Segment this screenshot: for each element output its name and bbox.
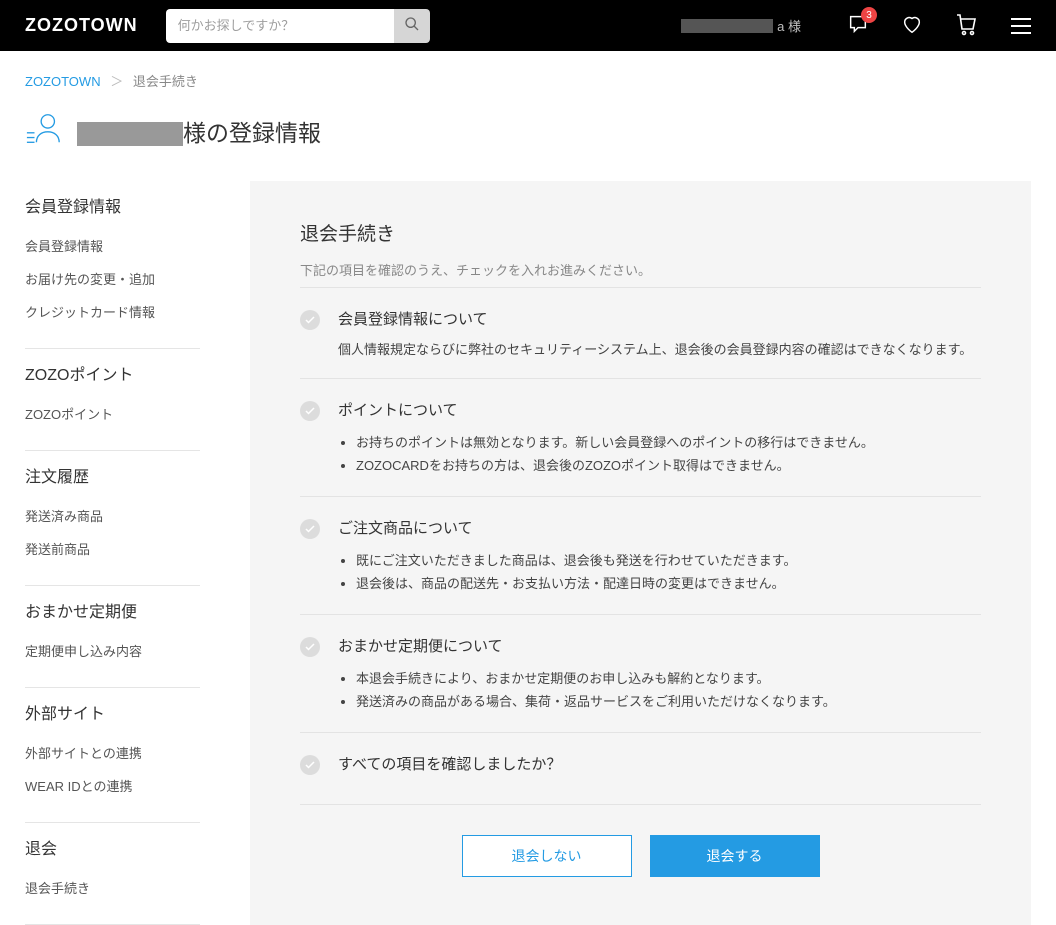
confirm-checkbox[interactable] bbox=[300, 310, 320, 330]
confirm-item: おまかせ定期便について本退会手続きにより、おまかせ定期便のお申し込みも解約となり… bbox=[300, 614, 981, 732]
search-button[interactable] bbox=[394, 9, 430, 43]
confirm-checkbox[interactable] bbox=[300, 401, 320, 421]
sidebar-heading: 退会 bbox=[25, 835, 200, 859]
sidebar-group: 退会退会手続き bbox=[25, 823, 200, 925]
sidebar-item[interactable]: 会員登録情報 bbox=[25, 229, 200, 262]
confirm-item-text: 個人情報規定ならびに弊社のセキュリティーシステム上、退会後の会員登録内容の確認は… bbox=[338, 339, 981, 358]
breadcrumb-separator: ＞ bbox=[110, 74, 123, 89]
confirm-item-bullet: 退会後は、商品の配送先・お支払い方法・配達日時の変更はできません。 bbox=[356, 571, 981, 594]
confirm-item-title: ご注文商品について bbox=[338, 517, 981, 538]
cancel-button[interactable]: 退会しない bbox=[462, 835, 632, 877]
confirm-checkbox[interactable] bbox=[300, 637, 320, 657]
confirm-item-title: ポイントについて bbox=[338, 399, 981, 420]
cart-button[interactable] bbox=[955, 12, 979, 39]
user-greeting[interactable]: a 様 bbox=[681, 16, 801, 35]
confirm-item-bullet: 既にご注文いただきました商品は、退会後も発送を行わせていただきます。 bbox=[356, 548, 981, 571]
sidebar-heading: ZOZOポイント bbox=[25, 361, 200, 385]
confirm-item-bullet: 本退会手続きにより、おまかせ定期便のお申し込みも解約となります。 bbox=[356, 666, 981, 689]
sidebar-item[interactable]: ZOZOポイント bbox=[25, 397, 200, 430]
confirm-item-title: おまかせ定期便について bbox=[338, 635, 981, 656]
confirm-item-bullet: ZOZOCARDをお持ちの方は、退会後のZOZOポイント取得はできません。 bbox=[356, 453, 981, 476]
breadcrumb: ZOZOTOWN ＞ 退会手続き bbox=[0, 51, 1056, 102]
sidebar-item[interactable]: 定期便申し込み内容 bbox=[25, 634, 200, 667]
breadcrumb-root[interactable]: ZOZOTOWN bbox=[25, 74, 101, 89]
sidebar-heading: 会員登録情報 bbox=[25, 193, 200, 217]
main-panel: 退会手続き 下記の項目を確認のうえ、チェックを入れお進みください。 会員登録情報… bbox=[250, 181, 1031, 925]
confirm-checkbox[interactable] bbox=[300, 519, 320, 539]
notification-badge: 3 bbox=[861, 7, 877, 23]
confirm-item: ご注文商品について既にご注文いただきました商品は、退会後も発送を行わせていただき… bbox=[300, 496, 981, 614]
header-icons: 3 bbox=[847, 12, 1031, 39]
main-lead: 下記の項目を確認のうえ、チェックを入れお進みください。 bbox=[300, 260, 981, 279]
user-profile-icon bbox=[25, 110, 63, 151]
search-form bbox=[166, 9, 430, 43]
confirm-item-bullet: お持ちのポイントは無効となります。新しい会員登録へのポイントの移行はできません。 bbox=[356, 430, 981, 453]
confirm-item: すべての項目を確認しましたか？ bbox=[300, 732, 981, 805]
sidebar: 会員登録情報会員登録情報お届け先の変更・追加クレジットカード情報ZOZOポイント… bbox=[25, 181, 200, 925]
sidebar-heading: おまかせ定期便 bbox=[25, 598, 200, 622]
page-title: 様の登録情報 bbox=[77, 114, 321, 148]
search-input[interactable] bbox=[166, 9, 394, 43]
menu-button[interactable] bbox=[1011, 18, 1031, 34]
cart-icon bbox=[955, 12, 979, 39]
sidebar-item[interactable]: WEAR IDとの連携 bbox=[25, 769, 200, 802]
sidebar-item[interactable]: お届け先の変更・追加 bbox=[25, 262, 200, 295]
submit-withdrawal-button[interactable]: 退会する bbox=[650, 835, 820, 877]
confirm-item-bullet: 発送済みの商品がある場合、集荷・返品サービスをご利用いただけなくなります。 bbox=[356, 689, 981, 712]
sidebar-group: 会員登録情報会員登録情報お届け先の変更・追加クレジットカード情報 bbox=[25, 181, 200, 349]
heart-icon bbox=[901, 13, 923, 38]
button-row: 退会しない 退会する bbox=[300, 835, 981, 877]
sidebar-heading: 注文履歴 bbox=[25, 463, 200, 487]
notifications-button[interactable]: 3 bbox=[847, 13, 869, 38]
confirm-item: 会員登録情報について個人情報規定ならびに弊社のセキュリティーシステム上、退会後の… bbox=[300, 287, 981, 378]
confirm-item-title: すべての項目を確認しましたか？ bbox=[338, 753, 981, 774]
confirm-item: ポイントについてお持ちのポイントは無効となります。新しい会員登録へのポイントの移… bbox=[300, 378, 981, 496]
sidebar-item[interactable]: 発送済み商品 bbox=[25, 499, 200, 532]
sidebar-item[interactable]: 退会手続き bbox=[25, 871, 200, 904]
sidebar-item[interactable]: 発送前商品 bbox=[25, 532, 200, 565]
sidebar-item[interactable]: クレジットカード情報 bbox=[25, 295, 200, 328]
favorites-button[interactable] bbox=[901, 13, 923, 38]
global-header: ZOZOTOWN a 様 3 bbox=[0, 0, 1056, 51]
sidebar-item[interactable]: 外部サイトとの連携 bbox=[25, 736, 200, 769]
logo[interactable]: ZOZOTOWN bbox=[25, 15, 138, 36]
menu-icon bbox=[1011, 18, 1031, 34]
sidebar-group: ZOZOポイント ZOZOポイント bbox=[25, 349, 200, 451]
sidebar-heading: 外部サイト bbox=[25, 700, 200, 724]
sidebar-group: おまかせ定期便定期便申し込み内容 bbox=[25, 586, 200, 688]
username-redacted bbox=[77, 122, 183, 146]
username-redacted bbox=[681, 19, 773, 33]
confirm-item-title: 会員登録情報について bbox=[338, 308, 981, 329]
sidebar-group: 外部サイト外部サイトとの連携WEAR IDとの連携 bbox=[25, 688, 200, 823]
confirm-checkbox[interactable] bbox=[300, 755, 320, 775]
search-icon bbox=[404, 16, 420, 35]
sidebar-group: 注文履歴発送済み商品発送前商品 bbox=[25, 451, 200, 586]
main-heading: 退会手続き bbox=[300, 219, 981, 246]
page-title-row: 様の登録情報 bbox=[0, 102, 1056, 181]
breadcrumb-current: 退会手続き bbox=[133, 74, 198, 89]
